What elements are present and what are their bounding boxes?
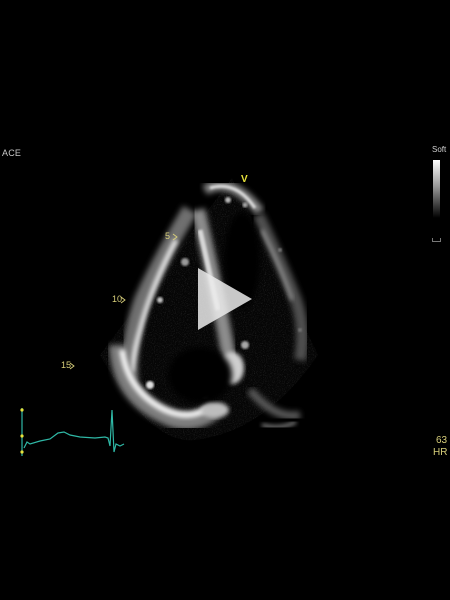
depth-mark-5: 5 — [165, 231, 171, 241]
gray-scale-cap — [432, 238, 441, 242]
depth-mark-10: 10 — [112, 294, 123, 304]
heart-rate-value: 63 — [436, 435, 448, 446]
view-marker: V — [241, 174, 248, 185]
play-icon[interactable] — [198, 268, 252, 330]
preset-label: ACE — [2, 148, 22, 158]
gray-scale-label: Soft — [432, 145, 447, 154]
depth-mark-15: 15 — [61, 360, 72, 370]
gray-scale-bar — [433, 160, 440, 218]
heart-rate-label: HR — [433, 447, 448, 458]
